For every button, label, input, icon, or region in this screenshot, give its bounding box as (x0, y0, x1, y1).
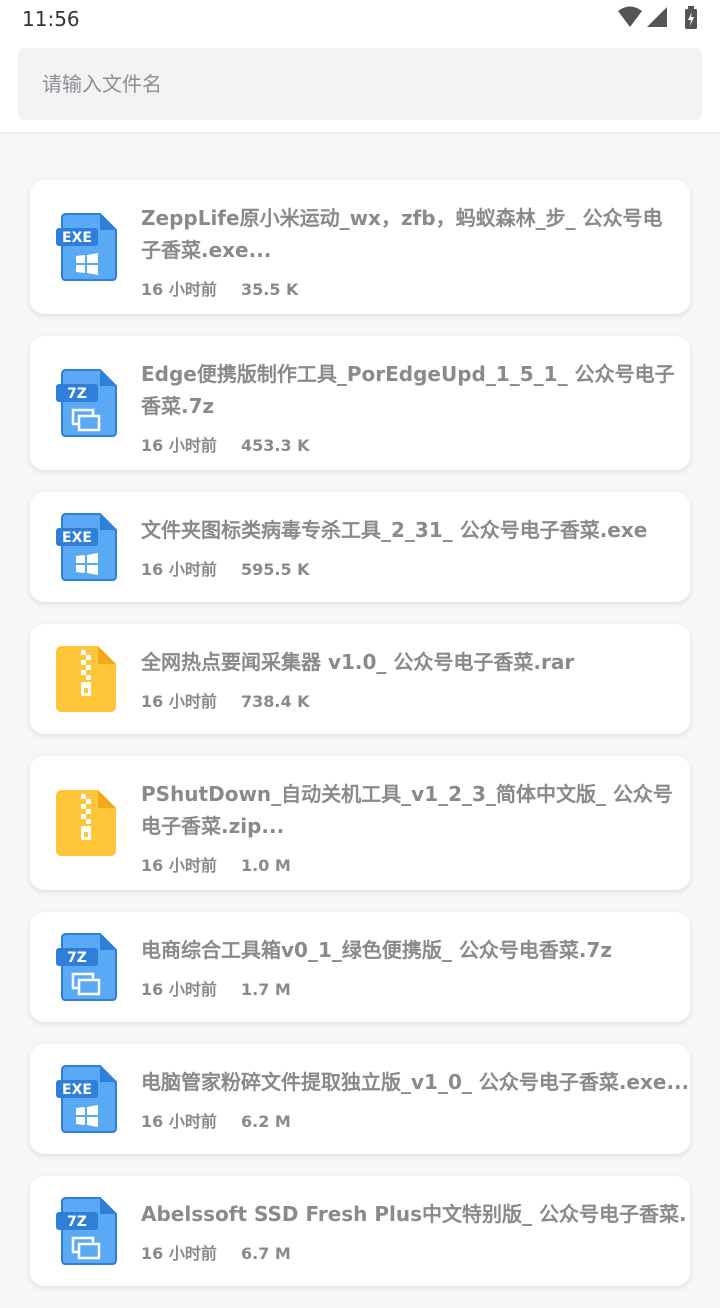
file-size: 35.5 K (241, 280, 299, 299)
svg-text:7Z: 7Z (67, 950, 87, 966)
file-card[interactable]: 7Z 电商综合工具箱v0_1_绿色便携版_ 公众号电香菜.7z 16 小时前 1.7 … (30, 912, 690, 1022)
file-size: 453.3 K (241, 436, 310, 455)
exe-file-icon: EXE (54, 512, 118, 582)
svg-text:7Z: 7Z (67, 1214, 87, 1230)
file-modified-time: 16 小时前 (141, 692, 217, 711)
signal-icon (647, 7, 667, 27)
7z-file-icon: 7Z (54, 368, 118, 438)
file-meta: 16 小时前 453.3 K (141, 432, 310, 456)
archive-file-icon (54, 788, 118, 858)
7z-file-icon: 7Z (54, 932, 118, 1002)
file-modified-time: 16 小时前 (141, 980, 217, 999)
wifi-icon (618, 6, 642, 27)
file-card[interactable]: EXE ZeppLife原小米运动_wx，zfb，蚂蚁森林_步_ 公众号电子香菜.… (30, 180, 690, 314)
file-modified-time: 16 小时前 (141, 560, 217, 579)
file-name: Edge便携版制作工具_PorEdgeUpd_1_5_1_ 公众号电子香菜.7z (141, 362, 675, 418)
file-modified-time: 16 小时前 (141, 280, 217, 299)
file-card[interactable]: PShutDown_自动关机工具_v1_2_3_简体中文版_ 公众号电子香菜.z… (30, 756, 690, 890)
file-name: PShutDown_自动关机工具_v1_2_3_简体中文版_ 公众号电子香菜.z… (141, 782, 673, 838)
search-input[interactable] (42, 48, 678, 120)
file-modified-time: 16 小时前 (141, 856, 217, 875)
file-card[interactable]: 7Z Edge便携版制作工具_PorEdgeUpd_1_5_1_ 公众号电子香菜.… (30, 336, 690, 470)
search-box[interactable] (18, 48, 702, 120)
file-meta: 16 小时前 738.4 K (141, 688, 310, 712)
file-size: 738.4 K (241, 692, 310, 711)
file-size: 595.5 K (241, 560, 310, 579)
file-name: 文件夹图标类病毒专杀工具_2_31_ 公众号电子香菜.exe (141, 518, 648, 542)
file-name: 全网热点要闻采集器 v1.0_ 公众号电子香菜.rar (141, 650, 575, 674)
status-bar: 11:56 (0, 0, 720, 36)
file-meta: 16 小时前 6.7 M (141, 1240, 291, 1264)
file-card[interactable]: EXE 文件夹图标类病毒专杀工具_2_31_ 公众号电子香菜.exe 16 小时前 5… (30, 492, 690, 602)
svg-text:EXE: EXE (62, 230, 92, 246)
file-card[interactable]: EXE 电脑管家粉碎文件提取独立版_v1_0_ 公众号电子香菜.exe... 16 … (30, 1044, 690, 1154)
file-name: Abelssoft SSD Fresh Plus中文特别版_ 公众号电子香菜.7… (141, 1202, 687, 1226)
file-card[interactable]: 7Z Abelssoft SSD Fresh Plus中文特别版_ 公众号电子香菜… (30, 1176, 690, 1286)
file-meta: 16 小时前 595.5 K (141, 556, 310, 580)
svg-text:7Z: 7Z (67, 386, 87, 402)
file-list: EXE ZeppLife原小米运动_wx，zfb，蚂蚁森林_步_ 公众号电子香菜.… (30, 180, 690, 1308)
archive-file-icon (54, 644, 118, 714)
file-card[interactable]: 全网热点要闻采集器 v1.0_ 公众号电子香菜.rar 16 小时前 738.4 K (30, 624, 690, 734)
file-size: 6.7 M (241, 1244, 291, 1263)
svg-text:EXE: EXE (62, 530, 92, 546)
file-meta: 16 小时前 1.7 M (141, 976, 291, 1000)
file-size: 1.0 M (241, 856, 291, 875)
file-size: 6.2 M (241, 1112, 291, 1131)
file-name: 电商综合工具箱v0_1_绿色便携版_ 公众号电香菜.7z (141, 938, 612, 962)
search-header (0, 36, 720, 134)
status-time: 11:56 (22, 7, 80, 31)
exe-file-icon: EXE (54, 1064, 118, 1134)
7z-file-icon: 7Z (54, 1196, 118, 1266)
file-name: ZeppLife原小米运动_wx，zfb，蚂蚁森林_步_ 公众号电子香菜.exe… (141, 206, 663, 262)
file-meta: 16 小时前 1.0 M (141, 852, 291, 876)
file-size: 1.7 M (241, 980, 291, 999)
svg-text:EXE: EXE (62, 1082, 92, 1098)
file-meta: 16 小时前 6.2 M (141, 1108, 291, 1132)
battery-icon (685, 6, 697, 29)
file-modified-time: 16 小时前 (141, 1112, 217, 1131)
exe-file-icon: EXE (54, 212, 118, 282)
file-modified-time: 16 小时前 (141, 1244, 217, 1263)
file-meta: 16 小时前 35.5 K (141, 276, 298, 300)
status-icons (618, 6, 702, 30)
file-modified-time: 16 小时前 (141, 436, 217, 455)
file-name: 电脑管家粉碎文件提取独立版_v1_0_ 公众号电子香菜.exe... (141, 1070, 687, 1094)
